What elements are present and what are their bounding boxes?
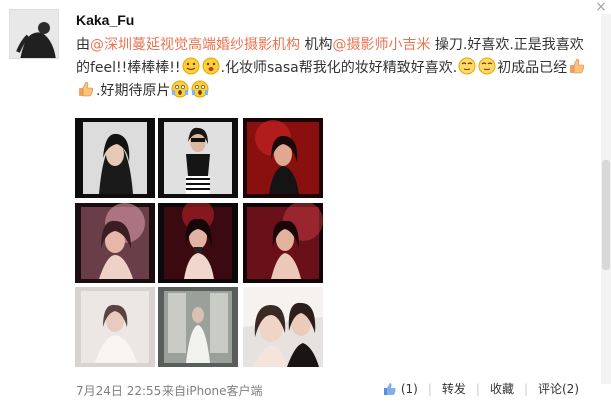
photo-2[interactable]: [158, 118, 238, 198]
action-bar: (1) | 转发 | 收藏 | 评论(2): [383, 380, 581, 397]
divider: |: [427, 381, 432, 396]
smile-emoji-icon: [182, 57, 199, 75]
photo-5[interactable]: [158, 203, 238, 283]
thumbs-up-emoji-icon: [79, 81, 93, 97]
photo-7[interactable]: [75, 287, 155, 367]
text-part: 机构: [300, 37, 333, 53]
favorite-button[interactable]: 收藏: [490, 380, 514, 397]
thumbs-up-emoji-icon: [570, 58, 585, 74]
photo-9[interactable]: [243, 287, 323, 367]
shocked-emoji-icon: [191, 80, 209, 98]
shocked-emoji-icon: [171, 80, 189, 98]
photo-1[interactable]: [75, 118, 155, 198]
avatar[interactable]: [9, 9, 59, 59]
photo-4[interactable]: [75, 203, 155, 283]
post-time[interactable]: 7月24日 22:55: [76, 382, 161, 399]
divider: |: [523, 381, 528, 396]
comment-button[interactable]: 评论(2): [538, 380, 579, 397]
happy-emoji-icon: [202, 57, 219, 75]
post-text: 由@深圳蔓延视觉高端婚纱摄影机构 机构@摄影师小吉米 操刀.好喜欢.正是我喜欢的…: [76, 34, 596, 103]
divider: |: [475, 381, 480, 396]
text-part: 由: [76, 37, 90, 53]
thumbs-up-icon[interactable]: [383, 382, 397, 396]
mention-link[interactable]: @深圳蔓延视觉高端婚纱摄影机构: [90, 37, 300, 53]
like-count[interactable]: (1): [401, 382, 418, 396]
post-source[interactable]: 来自iPhone客户端: [162, 382, 263, 399]
text-part: 初成品已经: [497, 60, 568, 76]
text-part: .好期待原片: [96, 83, 171, 99]
username[interactable]: Kaka_Fu: [76, 12, 134, 28]
shy-emoji-icon: [478, 57, 496, 75]
shy-emoji-icon: [458, 57, 476, 75]
photo-6[interactable]: [243, 203, 323, 283]
mention-link[interactable]: @摄影师小吉米: [332, 37, 430, 53]
photo-3[interactable]: [243, 118, 323, 198]
photo-8[interactable]: [158, 287, 238, 367]
scrollbar-thumb[interactable]: [602, 160, 610, 270]
text-part: .化妆师sasa帮我化的妆好精致好喜欢.: [220, 60, 458, 76]
forward-button[interactable]: 转发: [442, 380, 466, 397]
close-icon[interactable]: ×: [595, 0, 607, 14]
